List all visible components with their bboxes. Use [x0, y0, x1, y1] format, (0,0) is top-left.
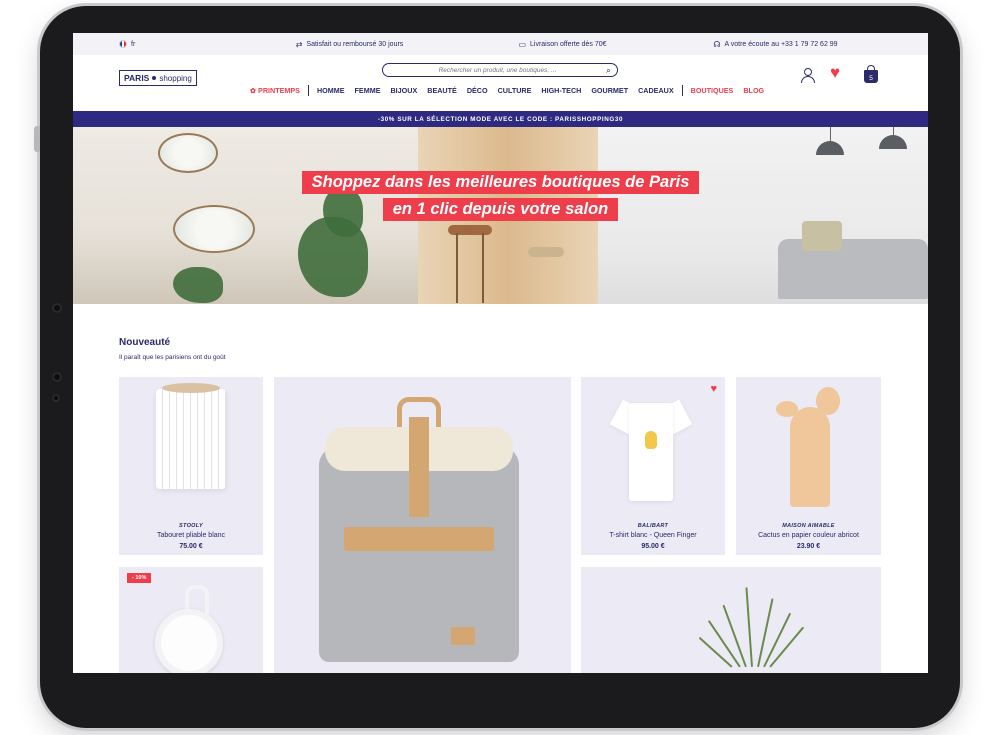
product-price: 75.00 € — [179, 543, 203, 550]
delivery-info: ▭ Livraison offerte dès 70€ — [456, 40, 669, 49]
nav-item-homme[interactable]: HOMME — [312, 86, 350, 95]
search-bar: ⌕ — [382, 63, 618, 77]
nav-item-hightech[interactable]: HIGH-TECH — [536, 86, 586, 95]
cart-count: 5 — [869, 74, 873, 82]
satisfaction-text: Satisfait ou remboursé 30 jours — [306, 40, 404, 48]
truck-icon: ▭ — [518, 39, 526, 49]
top-info-bar: fr ⇄ Satisfait ou remboursé 30 jours ▭ L… — [73, 33, 928, 55]
product-image — [698, 587, 811, 668]
search-icon[interactable]: ⌕ — [606, 65, 611, 76]
promo-banner[interactable]: -30% SUR LA SÉLECTION MODE AVEC LE CODE … — [73, 111, 928, 127]
french-flag-icon — [119, 40, 127, 48]
hero-line-1: Shoppez dans les meilleures boutiques de… — [301, 171, 700, 194]
language-selector[interactable]: fr — [119, 40, 243, 48]
product-name: Cactus en papier couleur abricot — [758, 532, 859, 539]
language-label: fr — [131, 40, 136, 48]
product-name: Tabouret pliable blanc — [156, 532, 226, 539]
section-subtitle: Il paraît que les parisiens ont du goût — [119, 354, 226, 361]
product-price: 23.90 € — [796, 543, 821, 550]
nav-item-boutiques[interactable]: BOUTIQUES — [686, 86, 739, 95]
nav-divider — [307, 85, 309, 96]
product-card[interactable]: STOOLY Tabouret pliable blanc 75.00 € — [119, 377, 263, 555]
product-grid: STOOLY Tabouret pliable blanc 75.00 € ♥ — [119, 377, 881, 673]
hero-line-2: en 1 clic depuis votre salon — [382, 198, 619, 221]
product-card[interactable]: ♥ BALIBART T-shirt blanc - Queen Finger … — [581, 377, 725, 555]
cart-button[interactable]: 5 — [862, 65, 880, 84]
nav-item-printemps[interactable]: ✿ PRINTEMPS — [245, 86, 305, 95]
account-button[interactable] — [798, 66, 816, 84]
satisfaction-info: ⇄ Satisfait ou remboursé 30 jours — [243, 40, 456, 49]
nav-item-beaute[interactable]: BEAUTÉ — [422, 86, 462, 95]
nav-divider — [681, 85, 683, 96]
product-card[interactable]: MAISON AIMABLE Cactus en papier couleur … — [736, 377, 881, 555]
headset-icon: ☊ — [713, 39, 721, 49]
product-image — [319, 397, 519, 662]
header: PARIS shopping ⌕ ✿ PRINTEMPS HOMME FEMME… — [73, 55, 928, 111]
logo-dot — [152, 76, 157, 80]
wishlist-button[interactable]: ♥ 3 — [830, 63, 848, 84]
nav-item-blog[interactable]: BLOG — [738, 86, 769, 95]
product-image — [156, 383, 226, 489]
exchange-icon: ⇄ — [295, 39, 303, 49]
product-card[interactable]: - 10% — [119, 567, 263, 673]
header-actions: ♥ 3 5 — [798, 63, 880, 84]
product-price: 95.00 € — [641, 543, 665, 550]
nav-item-cadeaux[interactable]: CADEAUX — [633, 86, 679, 95]
delivery-text: Livraison offerte dès 70€ — [530, 40, 607, 48]
logo-text-main: PARIS — [124, 73, 150, 83]
camera-dot — [52, 303, 62, 313]
sensor-dot — [52, 372, 62, 382]
main-nav: ✿ PRINTEMPS HOMME FEMME BIJOUX BEAUTÉ DÉ… — [245, 85, 769, 96]
nav-item-femme[interactable]: FEMME — [350, 86, 386, 95]
phone-text: A votre écoute au +33 1 79 72 62 99 — [724, 40, 838, 48]
user-icon — [800, 68, 815, 83]
product-image — [155, 585, 223, 673]
logo-text-secondary: shopping — [159, 73, 192, 83]
wishlist-count: 3 — [837, 71, 841, 79]
nav-item-gourmet[interactable]: GOURMET — [586, 86, 633, 95]
heart-icon[interactable]: ♥ — [710, 383, 717, 395]
new-arrivals-section: Nouveauté Il paraît que les parisiens on… — [73, 337, 928, 361]
search-input[interactable] — [389, 66, 606, 74]
nav-item-deco[interactable]: DÉCO — [462, 86, 493, 95]
product-image — [776, 387, 840, 507]
sensor-dot-small — [52, 394, 60, 402]
product-card-featured[interactable] — [274, 377, 571, 673]
nav-item-bijoux[interactable]: BIJOUX — [385, 86, 422, 95]
screen: fr ⇄ Satisfait ou remboursé 30 jours ▭ L… — [73, 33, 928, 673]
nav-item-culture[interactable]: CULTURE — [493, 86, 537, 95]
phone-info[interactable]: ☊ A votre écoute au +33 1 79 72 62 99 — [669, 40, 882, 49]
product-image — [609, 395, 693, 501]
hero-banner[interactable]: Shoppez dans les meilleures boutiques de… — [73, 127, 928, 304]
product-card[interactable] — [581, 567, 881, 673]
product-name: T-shirt blanc - Queen Finger — [609, 532, 697, 539]
product-brand: BALIBART — [637, 523, 669, 529]
product-brand: MAISON AIMABLE — [782, 523, 835, 529]
product-brand: STOOLY — [179, 523, 203, 529]
site-logo[interactable]: PARIS shopping — [119, 70, 197, 86]
discount-badge: - 10% — [127, 573, 152, 583]
section-title: Nouveauté — [119, 337, 171, 348]
hero-headline: Shoppez dans les meilleures boutiques de… — [73, 171, 928, 221]
